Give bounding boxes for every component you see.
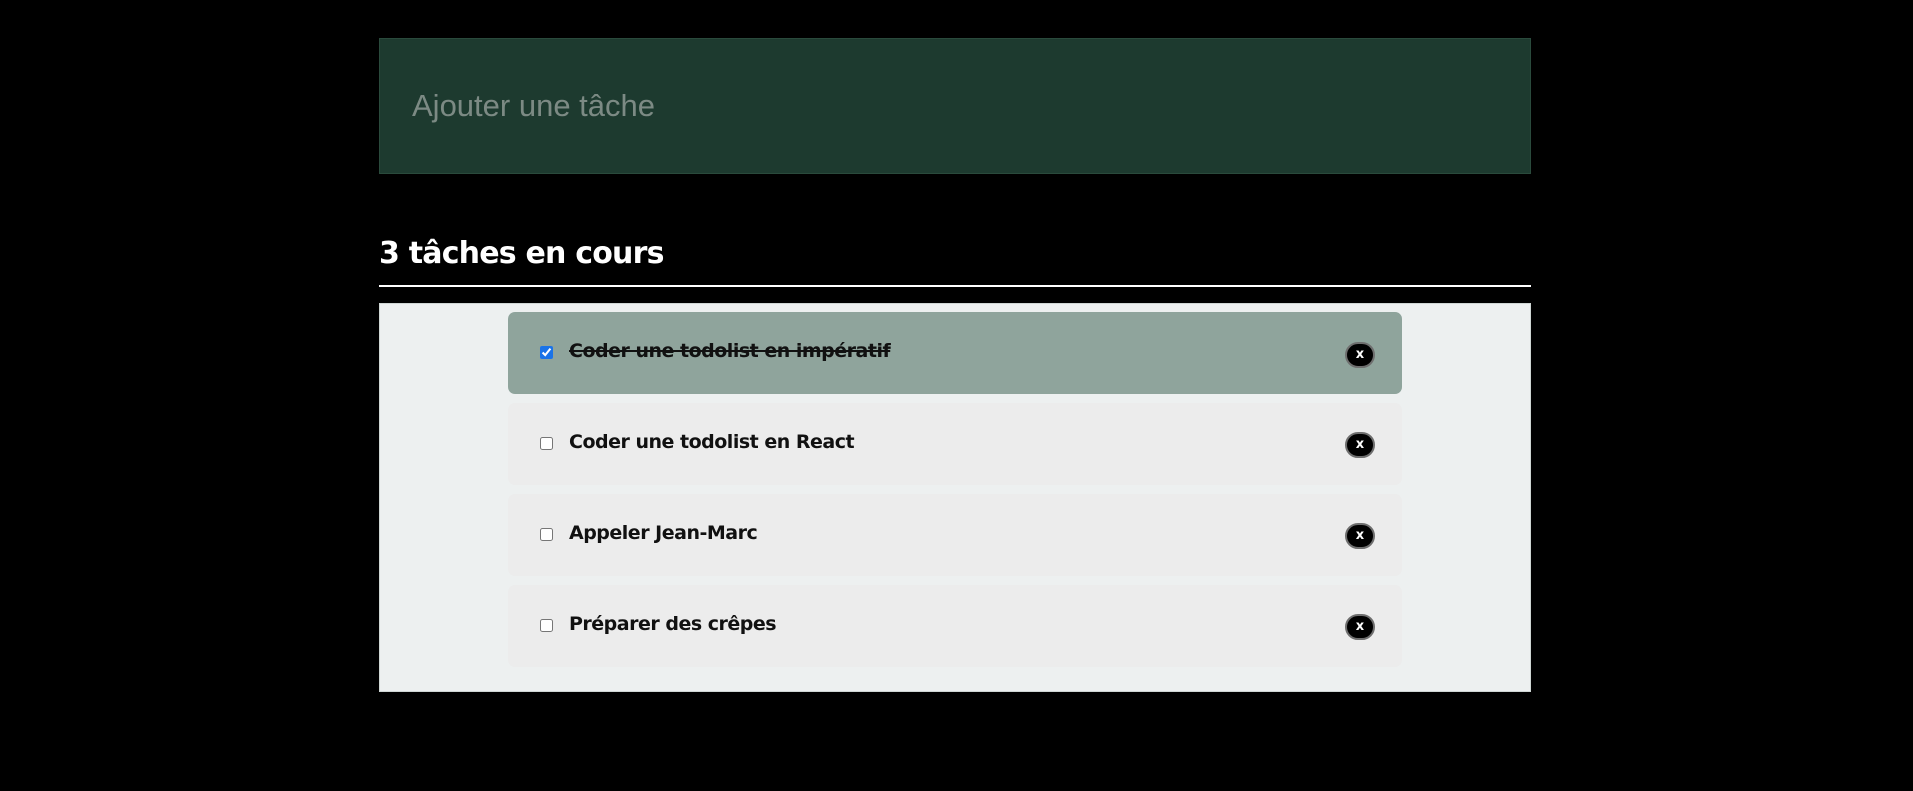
task-label: Préparer des crêpes: [569, 613, 777, 635]
task-item: Préparer des crêpes x: [508, 585, 1402, 667]
task-checkbox[interactable]: [540, 437, 553, 450]
add-task-input[interactable]: [379, 38, 1531, 174]
delete-task-button[interactable]: x: [1345, 342, 1375, 368]
task-checkbox[interactable]: [540, 528, 553, 541]
task-checkbox[interactable]: [540, 346, 553, 359]
task-item: Appeler Jean-Marc x: [508, 494, 1402, 576]
task-list-panel: Coder une todolist en impératif x Coder …: [379, 303, 1531, 692]
title-divider: [379, 285, 1531, 287]
task-label: Appeler Jean-Marc: [569, 522, 758, 544]
task-label: Coder une todolist en React: [569, 431, 855, 453]
todo-app: 3 tâches en cours Coder une todolist en …: [379, 38, 1531, 692]
task-checkbox[interactable]: [540, 619, 553, 632]
tasks-count-title: 3 tâches en cours: [379, 236, 664, 271]
delete-task-button[interactable]: x: [1345, 432, 1375, 458]
task-item: Coder une todolist en impératif x: [508, 312, 1402, 394]
task-item: Coder une todolist en React x: [508, 403, 1402, 485]
task-label: Coder une todolist en impératif: [569, 340, 891, 362]
delete-task-button[interactable]: x: [1345, 614, 1375, 640]
task-list: Coder une todolist en impératif x Coder …: [380, 312, 1530, 667]
delete-task-button[interactable]: x: [1345, 523, 1375, 549]
